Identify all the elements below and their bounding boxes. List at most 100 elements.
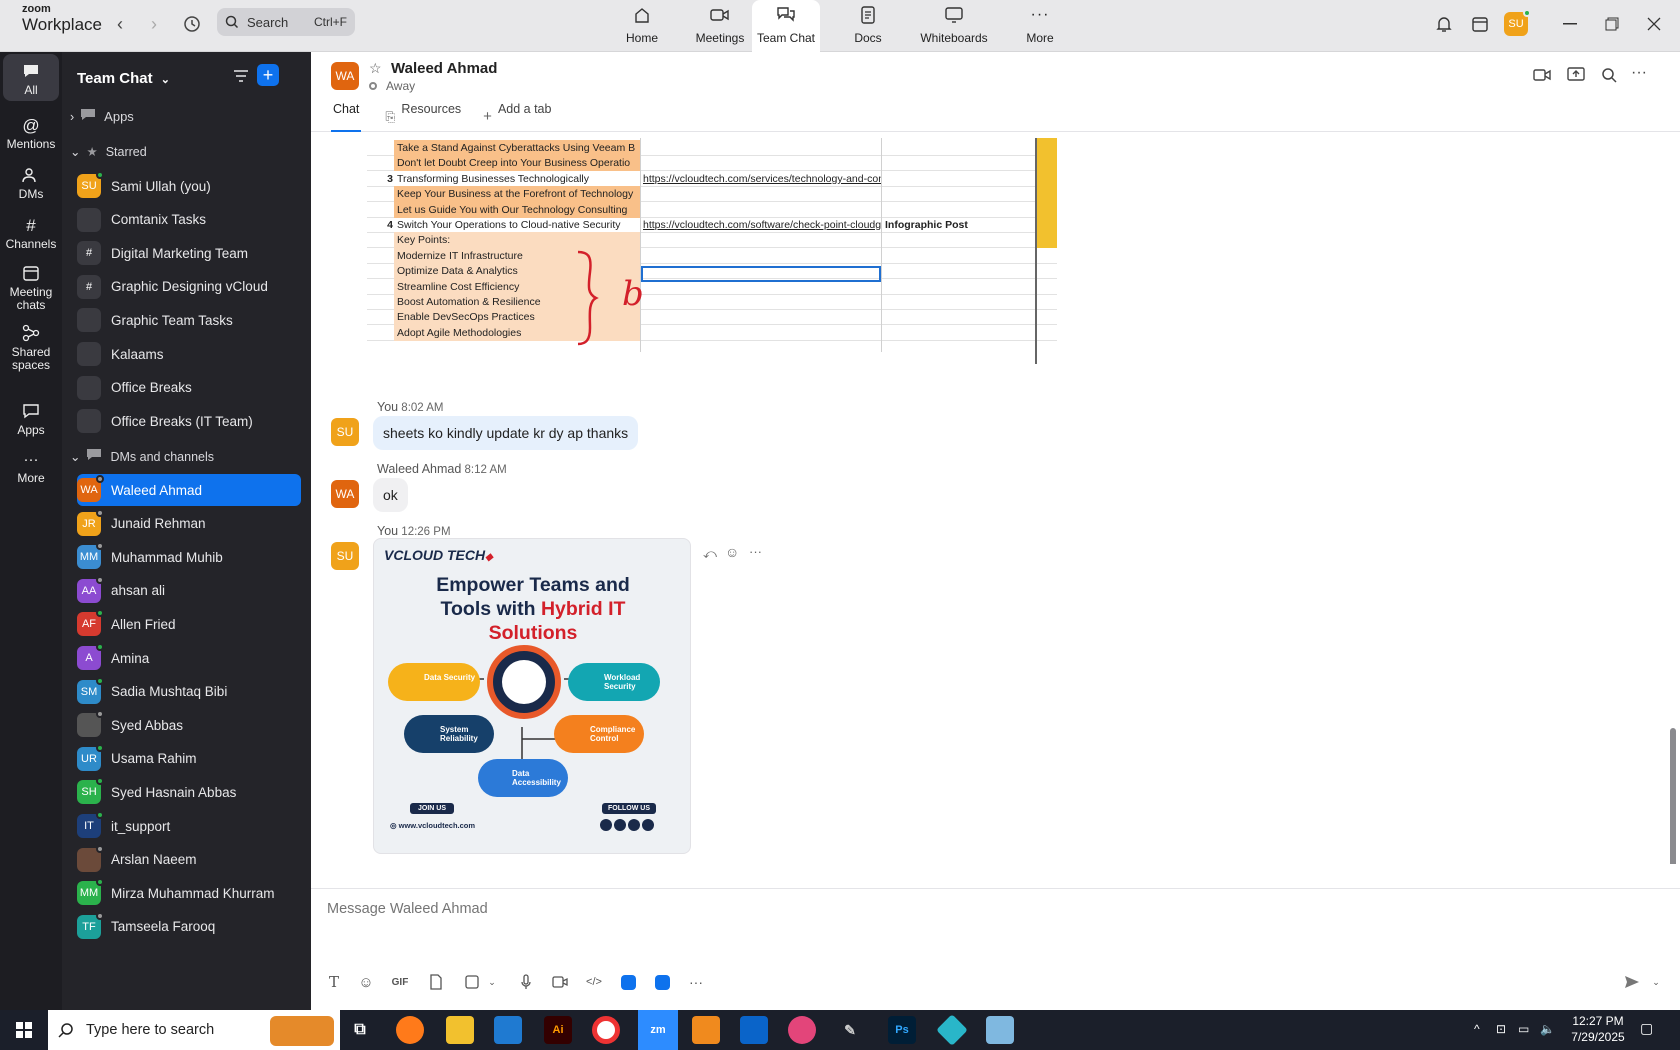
sidebar-item[interactable]: SH Syed Hasnain Abbas bbox=[77, 776, 301, 808]
sidebar-item[interactable]: Syed Abbas bbox=[77, 709, 301, 741]
sidebar-item[interactable]: UR Usama Rahim bbox=[77, 743, 301, 775]
file-explorer-icon[interactable] bbox=[446, 1016, 474, 1044]
user-avatar[interactable]: SU bbox=[1504, 9, 1531, 36]
message-bubble[interactable]: sheets ko kindly update kr dy ap thanks bbox=[373, 416, 639, 450]
message-avatar[interactable]: SU bbox=[331, 418, 359, 446]
message-more-icon[interactable]: ··· bbox=[423, 860, 436, 864]
sidebar-item[interactable]: Office Breaks bbox=[77, 372, 301, 404]
restore-icon[interactable] bbox=[1600, 12, 1624, 36]
sidebar-item[interactable]: AA ahsan ali bbox=[77, 575, 301, 607]
sidebar-item[interactable]: A Amina bbox=[77, 642, 301, 674]
sidebar-item[interactable]: Kalaams bbox=[77, 338, 301, 370]
tab-more[interactable]: ··· More bbox=[1018, 0, 1062, 52]
sidebar-item[interactable]: WA Waleed Ahmad bbox=[77, 474, 301, 506]
sidebar-item[interactable]: JR Junaid Rehman bbox=[77, 508, 301, 540]
text-format-icon[interactable]: T bbox=[323, 971, 345, 993]
sidebar-item[interactable]: MM Muhammad Muhib bbox=[77, 541, 301, 573]
sidebar-item[interactable]: SM Sadia Mushtaq Bibi bbox=[77, 676, 301, 708]
video-call-icon[interactable] bbox=[1533, 68, 1551, 85]
notification-icon[interactable]: ▢ bbox=[1640, 1020, 1653, 1037]
illustrator-icon[interactable]: Ai bbox=[544, 1016, 572, 1044]
filter-icon[interactable] bbox=[232, 68, 252, 88]
contact-avatar[interactable]: WA bbox=[331, 62, 359, 90]
sidebar-item[interactable]: TF Tamseela Farooq bbox=[77, 911, 301, 943]
sidebar-item[interactable]: AF Allen Fried bbox=[77, 608, 301, 640]
firefox-icon[interactable] bbox=[396, 1016, 424, 1044]
reply-icon[interactable]: ⤺ bbox=[703, 546, 717, 562]
xampp-icon[interactable] bbox=[692, 1016, 720, 1044]
share-screen-icon[interactable] bbox=[1567, 67, 1585, 86]
tab-whiteboards[interactable]: Whiteboards bbox=[914, 0, 994, 52]
composer-more-icon[interactable]: ··· bbox=[685, 971, 707, 993]
message-more-icon[interactable]: ··· bbox=[749, 544, 762, 559]
tray-chevron-icon[interactable]: ^ bbox=[1474, 1022, 1480, 1036]
tab-chat[interactable]: Chat bbox=[331, 102, 362, 132]
sidebar-item[interactable]: SU Sami Ullah (you) bbox=[77, 170, 301, 202]
video-message-icon[interactable] bbox=[549, 971, 571, 993]
gif-button[interactable]: GIF bbox=[389, 971, 411, 993]
pen-tool-icon[interactable]: ✎ bbox=[836, 1016, 864, 1044]
message-bubble[interactable]: ok bbox=[373, 478, 408, 512]
sidebar-item[interactable]: Comtanix Tasks bbox=[77, 204, 301, 236]
tray-network-icon[interactable]: ⊡ bbox=[1496, 1022, 1506, 1036]
app-tablet-icon[interactable] bbox=[986, 1016, 1014, 1044]
rail-more[interactable]: ··· More bbox=[0, 448, 62, 485]
close-icon[interactable] bbox=[1642, 12, 1666, 36]
emoji-icon[interactable]: ☺ bbox=[355, 971, 377, 993]
code-snippet-icon[interactable]: </> bbox=[583, 971, 605, 993]
sidebar-item[interactable]: Arslan Naeem bbox=[77, 844, 301, 876]
message-avatar[interactable]: WA bbox=[331, 480, 359, 508]
send-options-icon[interactable]: ⌄ bbox=[1645, 971, 1667, 993]
back-arrow-icon[interactable]: ‹ bbox=[108, 12, 132, 36]
creative-cloud-icon[interactable] bbox=[788, 1016, 816, 1044]
screenshot-dropdown-icon[interactable]: ⌄ bbox=[481, 971, 503, 993]
app-diamond-icon[interactable] bbox=[936, 1014, 968, 1046]
rail-apps[interactable]: Apps bbox=[0, 400, 62, 437]
message-input[interactable] bbox=[327, 897, 1327, 921]
rail-meeting-chats[interactable]: Meeting chats bbox=[0, 262, 62, 312]
more-options-icon[interactable]: ··· bbox=[1631, 64, 1647, 82]
rail-dms[interactable]: DMs bbox=[0, 164, 62, 201]
emoji-reaction-icon[interactable]: ☺ bbox=[399, 860, 413, 864]
app-shortcut-icon[interactable] bbox=[617, 971, 639, 993]
minimize-icon[interactable] bbox=[1558, 12, 1582, 36]
apps-section[interactable]: › Apps bbox=[70, 108, 134, 125]
shared-promo-image[interactable]: VCLOUD TECH◆ Empower Teams and Tools wit… bbox=[373, 538, 691, 854]
tab-home[interactable]: Home bbox=[620, 0, 664, 52]
new-chat-button[interactable]: + bbox=[257, 64, 279, 86]
emoji-reaction-icon[interactable]: ☺ bbox=[725, 544, 739, 560]
sidebar-item[interactable]: Office Breaks (IT Team) bbox=[77, 405, 301, 437]
tray-volume-icon[interactable]: 🔈 bbox=[1540, 1022, 1555, 1036]
taskbar-clock[interactable]: 12:27 PM 7/29/2025 bbox=[1566, 1013, 1630, 1045]
zoom-taskbar-icon[interactable]: zm bbox=[638, 1010, 678, 1050]
reply-icon[interactable]: ⤺ bbox=[377, 862, 391, 864]
sidebar-item[interactable]: MM Mirza Muhammad Khurram bbox=[77, 877, 301, 909]
tab-docs[interactable]: Docs bbox=[838, 0, 898, 52]
sidebar-item[interactable]: Graphic Team Tasks bbox=[77, 304, 301, 336]
rail-all[interactable]: All bbox=[0, 54, 62, 101]
task-view-icon[interactable]: ⧉ bbox=[346, 1016, 374, 1044]
bell-icon[interactable] bbox=[1432, 12, 1456, 36]
rail-shared-spaces[interactable]: Shared spaces bbox=[0, 322, 62, 372]
sidebar-item[interactable]: # Digital Marketing Team bbox=[77, 237, 301, 269]
dms-section-header[interactable]: ⌄ DMs and channels bbox=[70, 448, 214, 465]
windows-start-icon[interactable] bbox=[16, 1022, 32, 1041]
starred-section-header[interactable]: ⌄ ★ Starred bbox=[70, 144, 147, 160]
message-avatar[interactable]: SU bbox=[331, 542, 359, 570]
contact-name[interactable]: Waleed Ahmad bbox=[391, 60, 497, 77]
microphone-icon[interactable] bbox=[515, 971, 537, 993]
tab-team-chat[interactable]: Team Chat bbox=[752, 0, 820, 52]
sidebar-item[interactable]: IT it_support bbox=[77, 810, 301, 842]
screenshot-icon[interactable] bbox=[461, 971, 483, 993]
tab-meetings[interactable]: Meetings bbox=[690, 0, 750, 52]
scrollbar-thumb[interactable] bbox=[1670, 728, 1676, 864]
zoom-app-icon[interactable] bbox=[651, 971, 673, 993]
tray-battery-icon[interactable]: ▭ bbox=[1518, 1022, 1529, 1036]
attach-file-icon[interactable] bbox=[425, 971, 447, 993]
rail-mentions[interactable]: @ Mentions bbox=[0, 114, 62, 151]
outlook-icon[interactable] bbox=[740, 1016, 768, 1044]
send-icon[interactable] bbox=[1621, 971, 1643, 993]
chrome-icon[interactable] bbox=[592, 1016, 620, 1044]
search-chat-icon[interactable] bbox=[1601, 67, 1617, 86]
sidebar-title[interactable]: Team Chat ⌄ bbox=[77, 70, 170, 87]
